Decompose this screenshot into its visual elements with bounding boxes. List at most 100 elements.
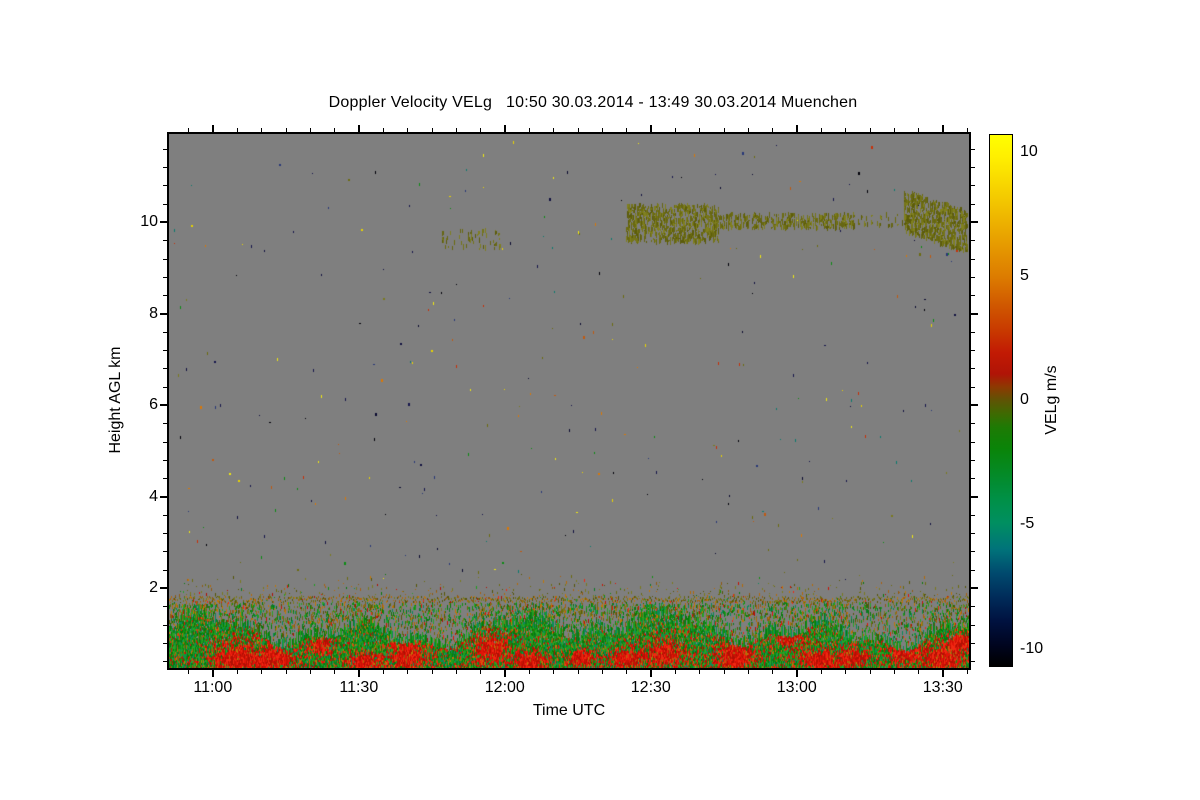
y-minor-tick [163,569,167,571]
x-minor-tick [529,128,531,132]
x-minor-tick [845,670,847,674]
x-tick-label: 12:30 [630,679,671,696]
x-minor-tick [456,670,458,674]
x-minor-tick [772,670,774,674]
y-minor-tick [163,459,167,461]
x-minor-tick [383,670,385,674]
y-minor-tick [163,185,167,187]
x-major-tick [941,125,944,132]
y-minor-tick [971,386,975,388]
y-minor-tick [163,240,167,242]
y-minor-tick [163,624,167,626]
y-major-tick [971,404,978,406]
x-major-tick [795,125,798,132]
y-minor-tick [163,167,167,169]
x-minor-tick [894,670,896,674]
x-minor-tick [869,670,871,674]
y-major-tick [971,312,978,315]
x-major-tick [649,125,652,132]
x-tick-label: 13:00 [776,679,817,696]
x-minor-tick [723,670,725,674]
x-minor-tick [456,128,458,132]
y-minor-tick [971,423,975,425]
y-minor-tick [163,350,167,352]
x-minor-tick [407,128,409,132]
y-minor-tick [971,295,975,297]
y-minor-tick [971,240,975,242]
y-minor-tick [971,350,975,352]
x-minor-tick [967,670,969,674]
x-major-tick [211,670,214,677]
x-minor-tick [261,128,263,132]
x-minor-tick [577,670,579,674]
x-minor-tick [383,128,385,132]
y-minor-tick [971,606,975,608]
x-minor-tick [480,128,482,132]
x-major-tick [503,670,506,677]
x-tick-label: 11:00 [193,679,233,696]
y-minor-tick [163,441,167,443]
y-minor-tick [971,276,975,278]
y-minor-tick [971,148,975,150]
x-minor-tick [407,670,409,674]
y-minor-tick [163,661,167,663]
y-minor-tick [163,478,167,480]
y-minor-tick [163,148,167,150]
y-minor-tick [971,624,975,626]
x-minor-tick [285,670,287,674]
x-minor-tick [285,128,287,132]
x-minor-tick [237,128,239,132]
y-minor-tick [971,514,975,516]
colorbar-gradient [989,134,1013,667]
x-minor-tick [553,670,555,674]
x-minor-tick [602,670,604,674]
x-tick-label: 11:30 [339,679,379,696]
x-minor-tick [188,670,190,674]
x-minor-tick [602,128,604,132]
x-minor-tick [821,670,823,674]
y-minor-tick [163,368,167,370]
y-tick-label: 2 [149,579,158,596]
x-minor-tick [626,128,628,132]
y-major-tick [971,587,978,589]
y-minor-tick [163,551,167,553]
y-minor-tick [971,258,975,260]
x-minor-tick [748,128,750,132]
x-minor-tick [188,128,190,132]
y-major-tick [160,221,167,223]
colorbar-tick-label: -10 [1020,639,1044,657]
x-tick-label: 13:30 [922,679,963,696]
x-minor-tick [967,128,969,132]
x-minor-tick [310,128,312,132]
x-major-tick [503,125,506,132]
y-major-tick [971,221,978,223]
y-minor-tick [971,203,975,205]
x-major-tick [357,670,360,677]
x-minor-tick [723,128,725,132]
y-minor-tick [971,459,975,461]
x-minor-tick [553,128,555,132]
x-minor-tick [845,128,847,132]
y-minor-tick [163,533,167,535]
velocity-heatmap-canvas [169,134,969,668]
y-minor-tick [163,606,167,608]
x-minor-tick [918,128,920,132]
y-minor-tick [971,478,975,480]
y-major-tick [971,495,978,498]
y-minor-tick [163,258,167,260]
x-minor-tick [431,128,433,132]
x-minor-tick [237,670,239,674]
y-minor-tick [971,331,975,333]
x-minor-tick [699,128,701,132]
y-major-tick [160,495,167,498]
x-minor-tick [577,128,579,132]
y-minor-tick [971,167,975,169]
x-major-tick [211,125,214,132]
y-tick-label: 10 [140,213,158,230]
y-axis-title: Height AGL km [107,346,124,454]
x-minor-tick [748,670,750,674]
x-minor-tick [918,670,920,674]
y-minor-tick [163,642,167,644]
x-minor-tick [772,128,774,132]
x-minor-tick [821,128,823,132]
